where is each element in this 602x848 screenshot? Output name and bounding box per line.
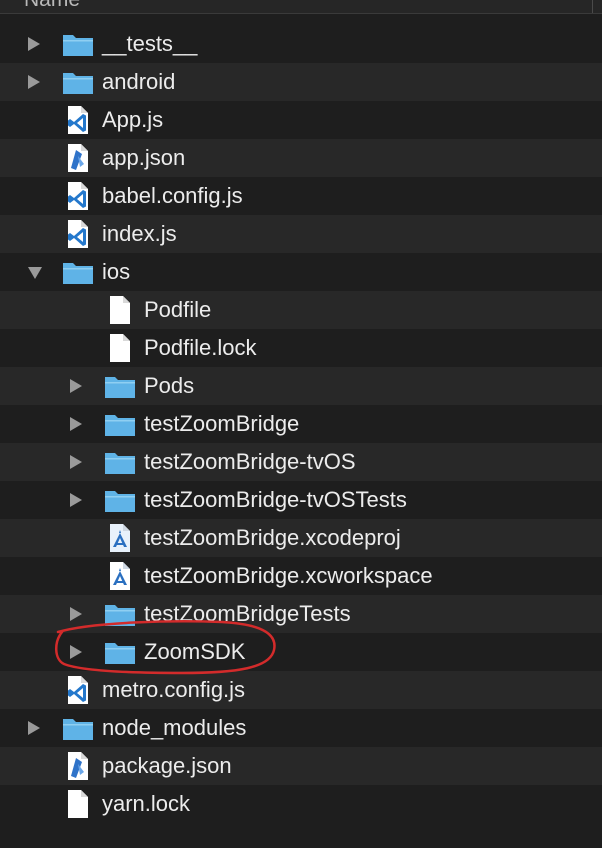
- disclosure-closed-icon[interactable]: [70, 645, 82, 659]
- list-column-header[interactable]: Name: [0, 0, 602, 14]
- folder-icon: [104, 410, 136, 438]
- list-item[interactable]: App.js: [0, 101, 602, 139]
- list-item[interactable]: package.json: [0, 747, 602, 785]
- list-item[interactable]: node_modules: [0, 709, 602, 747]
- list-item[interactable]: yarn.lock: [0, 785, 602, 823]
- list-item[interactable]: testZoomBridge-tvOS: [0, 443, 602, 481]
- item-label: Podfile.lock: [144, 335, 257, 360]
- item-label: testZoomBridge: [144, 411, 300, 436]
- list-item[interactable]: index.js: [0, 215, 602, 253]
- item-label: testZoomBridge-tvOS: [144, 449, 356, 474]
- list-item[interactable]: Pods: [0, 367, 602, 405]
- item-label: package.json: [102, 753, 232, 778]
- item-label: testZoomBridgeTests: [144, 601, 351, 626]
- vscode-file-icon: [62, 106, 94, 134]
- xcodeproj-icon: [104, 524, 136, 552]
- folder-icon: [62, 68, 94, 96]
- item-label: testZoomBridge-tvOSTests: [144, 487, 407, 512]
- list-item[interactable]: testZoomBridge.xcworkspace: [0, 557, 602, 595]
- item-label: __tests__: [102, 31, 198, 56]
- json-file-icon: [62, 752, 94, 780]
- item-label: babel.config.js: [102, 183, 243, 208]
- list-item[interactable]: app.json: [0, 139, 602, 177]
- list-item[interactable]: Podfile: [0, 291, 602, 329]
- folder-icon: [104, 600, 136, 628]
- folder-icon: [104, 638, 136, 666]
- folder-icon: [62, 714, 94, 742]
- list-item[interactable]: __tests__: [0, 25, 602, 63]
- disclosure-closed-icon[interactable]: [70, 379, 82, 393]
- item-label: node_modules: [102, 715, 247, 740]
- disclosure-closed-icon[interactable]: [28, 721, 40, 735]
- list-item[interactable]: Podfile.lock: [0, 329, 602, 367]
- list-item[interactable]: babel.config.js: [0, 177, 602, 215]
- file-list: __tests__ android App.js app.json babel.…: [0, 25, 602, 823]
- list-item[interactable]: testZoomBridgeTests: [0, 595, 602, 633]
- list-item[interactable]: ZoomSDK: [0, 633, 602, 671]
- disclosure-open-icon[interactable]: [28, 267, 42, 279]
- item-label: ZoomSDK: [144, 639, 246, 664]
- list-item[interactable]: metro.config.js: [0, 671, 602, 709]
- disclosure-closed-icon[interactable]: [28, 37, 40, 51]
- list-item[interactable]: testZoomBridge: [0, 405, 602, 443]
- item-label: Pods: [144, 373, 195, 398]
- item-label: android: [102, 69, 176, 94]
- vscode-file-icon: [62, 182, 94, 210]
- column-divider: [592, 0, 593, 13]
- document-icon: [104, 296, 136, 324]
- folder-icon: [62, 258, 94, 286]
- item-label: index.js: [102, 221, 177, 246]
- list-item[interactable]: testZoomBridge.xcodeproj: [0, 519, 602, 557]
- xcworkspace-icon: [104, 562, 136, 590]
- json-file-icon: [62, 144, 94, 172]
- document-icon: [62, 790, 94, 818]
- folder-icon: [62, 30, 94, 58]
- item-label: metro.config.js: [102, 677, 246, 702]
- list-item[interactable]: ios: [0, 253, 602, 291]
- item-label: yarn.lock: [102, 791, 191, 816]
- document-icon: [104, 334, 136, 362]
- folder-icon: [104, 448, 136, 476]
- disclosure-closed-icon[interactable]: [70, 607, 82, 621]
- item-label: ios: [102, 259, 131, 284]
- disclosure-closed-icon[interactable]: [70, 455, 82, 469]
- folder-icon: [104, 486, 136, 514]
- vscode-file-icon: [62, 676, 94, 704]
- item-label: testZoomBridge.xcworkspace: [144, 563, 433, 588]
- item-label: App.js: [102, 107, 164, 132]
- disclosure-closed-icon[interactable]: [70, 417, 82, 431]
- item-label: testZoomBridge.xcodeproj: [144, 525, 401, 550]
- list-item[interactable]: android: [0, 63, 602, 101]
- item-label: app.json: [102, 145, 186, 170]
- item-label: Podfile: [144, 297, 212, 322]
- vscode-file-icon: [62, 220, 94, 248]
- disclosure-closed-icon[interactable]: [70, 493, 82, 507]
- name-column-label: Name: [24, 0, 80, 12]
- disclosure-closed-icon[interactable]: [28, 75, 40, 89]
- list-item[interactable]: testZoomBridge-tvOSTests: [0, 481, 602, 519]
- folder-icon: [104, 372, 136, 400]
